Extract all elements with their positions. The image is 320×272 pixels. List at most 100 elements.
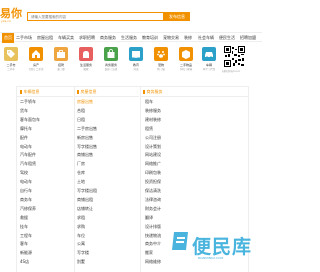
business-link[interactable]: 建材装修 xyxy=(145,117,161,123)
nav-item-rental[interactable]: 房屋出租 xyxy=(37,33,53,43)
car-icon xyxy=(202,47,216,61)
category-jobs[interactable]: 招聘 兼 | 职 xyxy=(50,47,72,75)
business-link[interactable]: 投资担保 xyxy=(145,179,161,185)
housing-link[interactable]: 别墅 xyxy=(77,259,85,265)
housing-link[interactable]: 厂房 xyxy=(77,161,85,167)
housing-link[interactable]: 公寓 xyxy=(77,241,85,247)
business-link[interactable]: 租车 xyxy=(145,99,153,105)
column-title-housing: 房屋信息 xyxy=(77,88,97,96)
business-link[interactable]: 租赁 xyxy=(145,126,153,132)
housing-link[interactable]: 商铺出售 xyxy=(77,152,93,158)
vehicle-link[interactable]: 二手轿车 xyxy=(20,99,36,105)
category-sub: 手机 | 家电 xyxy=(179,68,193,71)
business-link[interactable]: 快递物流 xyxy=(145,233,161,239)
paw-icon xyxy=(154,47,168,61)
qr-code xyxy=(224,46,245,67)
business-link[interactable]: 财务会计 xyxy=(145,206,161,212)
logo-sub: yini.cn xyxy=(1,19,11,23)
nav-item-convenience[interactable]: 便民生活 xyxy=(219,33,235,43)
business-link[interactable]: 网络维修 xyxy=(145,259,161,265)
housing-link[interactable]: 求租 xyxy=(77,215,85,221)
category-goods[interactable]: 二手物品 手机 | 家电 xyxy=(175,47,197,75)
category-secondhand[interactable]: 二手市 二手车 xyxy=(0,47,22,75)
vehicle-link[interactable]: 汽车配件 xyxy=(20,152,36,158)
vehicle-link[interactable]: 工程车 xyxy=(20,233,32,239)
housing-link[interactable]: 写字楼出租 xyxy=(77,188,97,194)
search-box xyxy=(27,12,164,21)
vehicle-link[interactable]: 新能源 xyxy=(20,250,32,256)
housing-link[interactable]: 店铺转让 xyxy=(77,206,93,212)
housing-link[interactable]: 求购 xyxy=(77,224,85,230)
vehicle-link[interactable]: 摩托车 xyxy=(20,126,32,132)
housing-link[interactable]: 新房出售 xyxy=(77,135,93,141)
column-title-vehicles: 车辆信息 xyxy=(20,88,40,96)
housing-link[interactable]: 房屋出售 xyxy=(77,99,93,105)
post-info-button[interactable]: 发布信息 xyxy=(164,12,190,21)
business-link[interactable]: 保洁清洗 xyxy=(145,188,161,194)
vehicle-link[interactable]: 电动车 xyxy=(20,179,32,185)
business-link[interactable]: 搬家 xyxy=(145,250,153,256)
nav-item-pets[interactable]: 宠物交易 xyxy=(163,33,179,43)
housing-link[interactable]: 二手房出售 xyxy=(77,126,97,132)
category-pets[interactable]: 宠物 狗 | 猫 xyxy=(150,47,172,75)
category-education[interactable]: 教育 外语 xyxy=(125,47,147,75)
business-link[interactable]: 翻译 xyxy=(145,215,153,221)
business-link[interactable]: 公司注册 xyxy=(145,135,161,141)
nav-item-franchise[interactable]: 招聘加盟 xyxy=(240,33,256,43)
vehicle-link[interactable]: 客车 xyxy=(20,241,28,247)
housing-link[interactable]: 写字楼出售 xyxy=(77,144,97,150)
category-sub: 装修 | 法律 xyxy=(104,68,118,71)
vehicle-link[interactable]: 客车面包车 xyxy=(20,117,40,123)
nav-item-secondhand[interactable]: 二手市场 xyxy=(16,33,32,43)
vehicle-link[interactable]: 救援 xyxy=(20,215,28,221)
book-icon xyxy=(129,47,143,61)
vehicle-link[interactable]: 汽车租赁 xyxy=(20,161,36,167)
category-cars[interactable]: 车辆 中介 | 代驾 xyxy=(198,47,220,75)
vehicle-link[interactable]: 驾校 xyxy=(20,170,28,176)
housing-link[interactable]: 土地 xyxy=(77,179,85,185)
site-logo[interactable]: 易你 yini.cn xyxy=(0,8,26,23)
vehicle-link[interactable]: 汽修保养 xyxy=(20,206,36,212)
vehicle-link[interactable]: 电动车 xyxy=(20,144,32,150)
column-underline xyxy=(75,96,139,97)
business-link[interactable]: 设计策划 xyxy=(145,144,161,150)
column-title-business: 商务服务 xyxy=(143,88,163,96)
vehicle-link[interactable]: 挂车 xyxy=(20,224,28,230)
business-link[interactable]: 装修服务 xyxy=(145,108,161,114)
category-life[interactable]: 生活服务 搬家 xyxy=(75,47,97,75)
column-divider xyxy=(140,86,141,272)
housing-link[interactable]: 车位 xyxy=(77,233,85,239)
nav-item-life[interactable]: 生活服务 xyxy=(121,33,137,43)
house-icon xyxy=(29,47,43,61)
nav-item-vehicles[interactable]: 车辆买卖 xyxy=(58,33,74,43)
watermark-logo: 便民库 BIANMINKU.COM xyxy=(170,226,251,262)
housing-link[interactable]: 日租 xyxy=(77,117,85,123)
nav-item-decor[interactable]: 装修 xyxy=(184,33,192,43)
nav-item-education[interactable]: 教育培训 xyxy=(142,33,158,43)
housing-link[interactable]: 写字楼 xyxy=(77,250,89,256)
nav-item-jobs[interactable]: 求职招聘 xyxy=(79,33,95,43)
vehicle-link[interactable]: 货车 xyxy=(20,108,28,114)
housing-link[interactable]: 商铺出租 xyxy=(77,197,93,203)
vehicle-link[interactable]: 4S店 xyxy=(20,259,29,265)
column-divider xyxy=(74,86,75,272)
nav-item-social-cars[interactable]: 社会车辆 xyxy=(198,33,214,43)
business-link[interactable]: 网络推广 xyxy=(145,161,161,167)
housing-link[interactable]: 仓库 xyxy=(77,170,85,176)
category-business[interactable]: 商务服务 装修 | 法律 xyxy=(100,47,122,75)
nav-item-home[interactable]: 首页 xyxy=(2,33,14,43)
nav-item-business[interactable]: 商务服务 xyxy=(100,33,116,43)
business-link[interactable]: 印刷包装 xyxy=(145,170,161,176)
business-link[interactable]: 商务中介 xyxy=(145,241,161,247)
vehicle-link[interactable]: 商务车 xyxy=(20,197,32,203)
search-input[interactable] xyxy=(28,13,163,20)
main-nav: 首页 二手市场 房屋出租 车辆买卖 求职招聘 商务服务 生活服务 教育培训 宠物… xyxy=(0,32,262,43)
vehicle-link[interactable]: 自行车 xyxy=(20,188,32,194)
business-link[interactable]: 网站建设 xyxy=(145,152,161,158)
category-housing[interactable]: 房产 合租 | 二手房 xyxy=(25,47,47,75)
business-link[interactable]: 设计排版 xyxy=(145,224,161,230)
column-underline xyxy=(17,96,73,97)
housing-link[interactable]: 合租 xyxy=(77,108,85,114)
business-link[interactable]: 法律咨询 xyxy=(145,197,161,203)
vehicle-link[interactable]: 配件 xyxy=(20,135,28,141)
